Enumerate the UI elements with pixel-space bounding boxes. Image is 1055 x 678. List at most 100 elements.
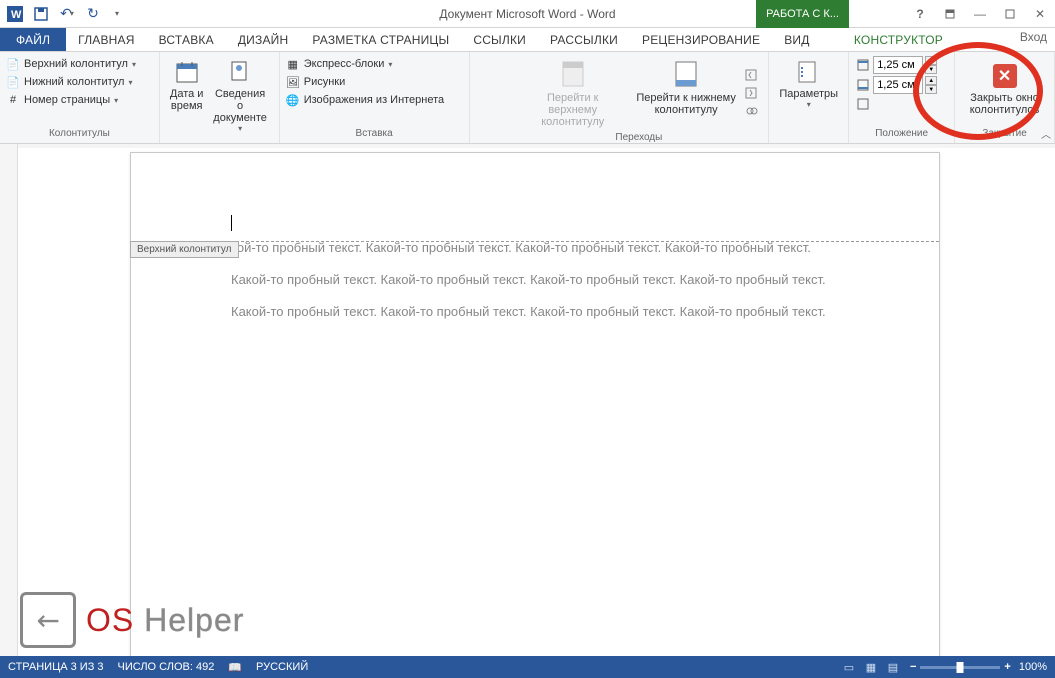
tab-review[interactable]: РЕЦЕНЗИРОВАНИЕ xyxy=(630,28,772,51)
group-label-navigation: Переходы xyxy=(516,130,763,143)
group-insert-big: Дата и время Сведения о документе ▾ xyxy=(160,52,280,143)
redo-icon[interactable]: ↻ xyxy=(82,3,104,25)
group-label-headers: Колонтитулы xyxy=(6,126,153,139)
pictures-label: Рисунки xyxy=(304,76,346,88)
online-pictures-button[interactable]: 🌐Изображения из Интернета xyxy=(286,92,463,108)
header-icon: 📄 xyxy=(6,57,20,71)
quick-parts-icon: ▦ xyxy=(286,57,300,71)
group-options: Параметры ▾ xyxy=(769,52,849,143)
tab-layout[interactable]: РАЗМЕТКА СТРАНИЦЫ xyxy=(300,28,461,51)
watermark: ↖ OS Helper xyxy=(20,592,244,648)
zoom-out-button[interactable]: − xyxy=(910,661,916,673)
page[interactable]: Верхний колонтитул кой-то пробный текст.… xyxy=(130,152,940,656)
goto-footer-icon xyxy=(672,58,700,90)
group-insert-small: ▦Экспресс-блоки ▾ 🖼Рисунки 🌐Изображения … xyxy=(280,52,470,143)
link-previous-button[interactable] xyxy=(744,103,760,119)
header-label: Верхний колонтитул xyxy=(24,58,128,70)
watermark-logo-icon: ↖ xyxy=(20,592,76,648)
footer-icon: 📄 xyxy=(6,75,20,89)
watermark-text: OS Helper xyxy=(86,602,244,639)
header-button[interactable]: 📄Верхний колонтитул ▾ xyxy=(6,56,153,72)
group-headers-footers: 📄Верхний колонтитул ▾ 📄Нижний колонтитул… xyxy=(0,52,160,143)
collapse-ribbon-button[interactable]: ︿ xyxy=(1041,126,1051,141)
ribbon-spacer xyxy=(470,52,510,143)
text-cursor xyxy=(231,215,232,231)
print-layout-icon[interactable]: ▦ xyxy=(862,658,880,676)
zoom-track[interactable] xyxy=(920,666,1000,669)
group-navigation: Перейти к верхнему колонтитулу Перейти к… xyxy=(510,52,770,143)
window-controls: ? — ✕ xyxy=(905,0,1055,28)
tab-references[interactable]: ССЫЛКИ xyxy=(461,28,538,51)
zoom-level[interactable]: 100% xyxy=(1019,661,1047,673)
document-area: Верхний колонтитул кой-то пробный текст.… xyxy=(0,144,1055,656)
header-boundary xyxy=(131,241,939,242)
minimize-button[interactable]: — xyxy=(965,0,995,28)
spin-up[interactable]: ▲ xyxy=(925,56,937,65)
tab-view[interactable]: ВИД xyxy=(772,28,821,51)
doc-info-button[interactable]: Сведения о документе ▾ xyxy=(207,56,272,139)
status-language[interactable]: РУССКИЙ xyxy=(256,661,308,673)
header-tag-label: Верхний колонтитул xyxy=(130,241,239,258)
status-word-count[interactable]: ЧИСЛО СЛОВ: 492 xyxy=(118,661,215,673)
header-position-input[interactable] xyxy=(873,56,923,74)
nav-side-buttons xyxy=(742,56,762,130)
header-edit-area[interactable]: Верхний колонтитул xyxy=(131,153,939,223)
web-layout-icon[interactable]: ▤ xyxy=(884,658,902,676)
align-tab-icon xyxy=(855,96,871,112)
tab-constructor[interactable]: КОНСТРУКТОР xyxy=(842,28,955,51)
ribbon-display-button[interactable] xyxy=(935,0,965,28)
status-proofing-icon[interactable]: 📖 xyxy=(228,661,242,674)
zoom-in-button[interactable]: + xyxy=(1004,661,1010,673)
tab-insert[interactable]: ВСТАВКА xyxy=(147,28,226,51)
date-time-button[interactable]: Дата и время xyxy=(166,56,208,139)
page-number-icon: # xyxy=(6,93,20,107)
group-position: ▲▼ ▲▼ Положение xyxy=(849,52,955,143)
maximize-button[interactable] xyxy=(995,0,1025,28)
title-bar: W ↶▾ ↻ ▾ Документ Microsoft Word - Word … xyxy=(0,0,1055,28)
horizontal-ruler[interactable] xyxy=(18,144,1055,148)
read-mode-icon[interactable]: ▭ xyxy=(840,658,858,676)
page-number-button[interactable]: #Номер страницы ▾ xyxy=(6,92,153,108)
options-icon xyxy=(795,58,823,86)
footer-position-input[interactable] xyxy=(873,76,923,94)
next-section-button[interactable] xyxy=(744,85,760,101)
align-tab-button[interactable] xyxy=(855,96,948,112)
close-header-footer-button[interactable]: ✕ Закрыть окно колонтитулов xyxy=(961,56,1048,118)
group-label-insert: Вставка xyxy=(286,126,463,139)
zoom-thumb[interactable] xyxy=(957,662,964,673)
status-page[interactable]: СТРАНИЦА 3 ИЗ 3 xyxy=(8,661,104,673)
quick-access-toolbar: W ↶▾ ↻ ▾ xyxy=(0,3,132,25)
login-link[interactable]: Вход xyxy=(1012,28,1055,50)
spin-up[interactable]: ▲ xyxy=(925,76,937,85)
spin-down[interactable]: ▼ xyxy=(925,65,937,74)
tab-design[interactable]: ДИЗАЙН xyxy=(226,28,301,51)
prev-section-button[interactable] xyxy=(744,67,760,83)
undo-icon[interactable]: ↶▾ xyxy=(56,3,78,25)
tab-mailings[interactable]: РАССЫЛКИ xyxy=(538,28,630,51)
help-button[interactable]: ? xyxy=(905,0,935,28)
header-position-row: ▲▼ xyxy=(855,56,948,74)
vertical-ruler[interactable] xyxy=(0,144,18,656)
zoom-slider[interactable]: − + xyxy=(910,661,1011,673)
tab-file[interactable]: ФАЙЛ xyxy=(0,28,66,51)
group-close: ✕ Закрыть окно колонтитулов Закрытие xyxy=(955,52,1055,143)
svg-text:W: W xyxy=(11,9,22,21)
paragraph: Какой-то пробный текст. Какой-то пробный… xyxy=(231,303,839,321)
footer-button[interactable]: 📄Нижний колонтитул ▾ xyxy=(6,74,153,90)
close-button[interactable]: ✕ xyxy=(1025,0,1055,28)
group-label-close: Закрытие xyxy=(961,126,1048,139)
word-icon: W xyxy=(4,3,26,25)
footer-position-row: ▲▼ xyxy=(855,76,948,94)
options-button[interactable]: Параметры ▾ xyxy=(775,56,842,111)
save-icon[interactable] xyxy=(30,3,52,25)
document-body: кой-то пробный текст. Какой-то пробный т… xyxy=(131,223,939,356)
ribbon-tabs: ФАЙЛ ГЛАВНАЯ ВСТАВКА ДИЗАЙН РАЗМЕТКА СТР… xyxy=(0,28,1055,52)
tab-home[interactable]: ГЛАВНАЯ xyxy=(66,28,146,51)
goto-footer-button[interactable]: Перейти к нижнему колонтитулу xyxy=(630,56,742,130)
spin-down[interactable]: ▼ xyxy=(925,85,937,94)
ribbon: 📄Верхний колонтитул ▾ 📄Нижний колонтитул… xyxy=(0,52,1055,144)
qat-customize-icon[interactable]: ▾ xyxy=(106,3,128,25)
pictures-button[interactable]: 🖼Рисунки xyxy=(286,74,463,90)
quick-parts-button[interactable]: ▦Экспресс-блоки ▾ xyxy=(286,56,463,72)
footer-label: Нижний колонтитул xyxy=(24,76,124,88)
